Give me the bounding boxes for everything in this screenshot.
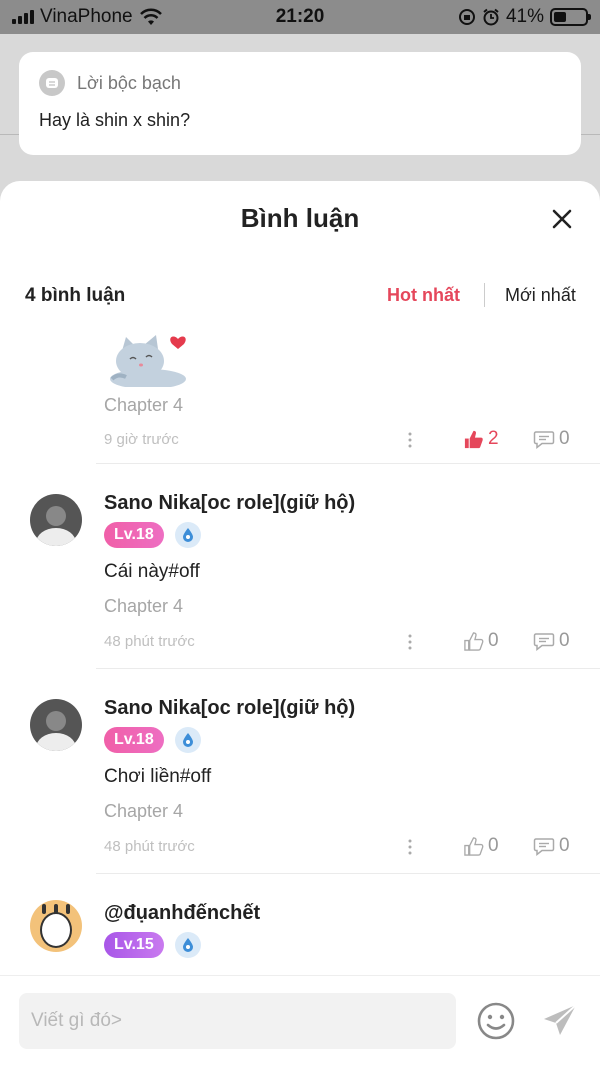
reply-button[interactable]: 0 [533, 428, 570, 450]
comment-username[interactable]: Sano Nika[oc role](giữ hộ) [104, 697, 355, 720]
level-badge: Lv.18 [104, 522, 164, 548]
thumbs-up-filled-icon [464, 430, 483, 448]
comment-username[interactable]: Sano Nika[oc role](giữ hộ) [104, 492, 355, 515]
thumbs-up-icon [464, 836, 484, 856]
reply-button[interactable]: 0 [533, 835, 570, 857]
status-left: VinaPhone [12, 6, 163, 28]
comment-item: Chapter 4 9 giờ trước 2 0 [0, 321, 600, 464]
user-avatar[interactable] [30, 699, 82, 751]
close-icon [552, 209, 572, 229]
rotation-lock-icon [458, 9, 475, 25]
more-vertical-icon [408, 432, 412, 448]
comment-item: Sano Nika[oc role](giữ hộ) Lv.18 Cái này… [0, 464, 600, 669]
emoji-button[interactable] [476, 1001, 516, 1041]
more-options-button[interactable] [405, 632, 415, 652]
comment-chapter: Chapter 4 [104, 596, 184, 616]
more-vertical-icon [408, 839, 412, 855]
send-icon [544, 1004, 577, 1035]
like-button[interactable]: 0 [463, 630, 499, 652]
wifi-icon [139, 8, 162, 25]
comment-input-bar [0, 975, 600, 1067]
confession-card[interactable]: Lời bộc bạch Hay là shin x shin? [19, 52, 581, 155]
comment-time: 48 phút trước [104, 838, 195, 855]
reply-count: 0 [559, 428, 570, 449]
confession-text: Hay là shin x shin? [39, 110, 191, 130]
message-icon [39, 70, 65, 96]
comment-chapter: Chapter 4 [104, 395, 184, 415]
more-vertical-icon [408, 634, 412, 650]
like-button[interactable]: 0 [463, 835, 499, 857]
confession-label: Lời bộc bạch [77, 72, 181, 93]
comment-input[interactable] [19, 993, 456, 1049]
comment-item: Sano Nika[oc role](giữ hộ) Lv.18 Chơi li… [0, 669, 600, 874]
confession-header: Lời bộc bạch [39, 70, 561, 96]
close-button[interactable] [550, 207, 574, 231]
comment-list[interactable]: Chapter 4 9 giờ trước 2 0 Sano Nika[oc r… [0, 321, 600, 975]
comment-bubble-icon [533, 838, 555, 857]
battery-icon [550, 8, 591, 26]
comment-text: Chơi liền#off [104, 766, 212, 787]
alarm-icon [483, 8, 499, 26]
water-drop-badge-icon [175, 522, 201, 548]
sort-hot-tab[interactable]: Hot nhất [387, 285, 460, 306]
like-count: 0 [488, 630, 499, 651]
sheet-title: Bình luận [240, 203, 360, 233]
comment-item: @đụanhđếnchết Lv.15 [0, 874, 600, 975]
comments-sheet: Bình luận 4 bình luận Hot nhất Mới nhất … [0, 181, 600, 1067]
comment-bubble-icon [533, 431, 555, 450]
reply-count: 0 [559, 630, 570, 651]
reply-count: 0 [559, 835, 570, 856]
comment-time: 48 phút trước [104, 633, 195, 650]
more-options-button[interactable] [405, 430, 415, 450]
reply-button[interactable]: 0 [533, 630, 570, 652]
user-avatar[interactable] [30, 494, 82, 546]
send-button[interactable] [540, 1001, 580, 1041]
comment-username[interactable]: @đụanhđếnchết [104, 902, 260, 925]
water-drop-badge-icon [175, 727, 201, 753]
comment-chapter: Chapter 4 [104, 801, 184, 821]
battery-fill [554, 12, 567, 22]
comment-text: Cái này#off [104, 561, 200, 582]
level-badge: Lv.15 [104, 932, 164, 958]
smiley-icon [477, 1002, 515, 1040]
like-count: 0 [488, 835, 499, 856]
carrier-label: VinaPhone [40, 6, 133, 27]
comment-time: 9 giờ trước [104, 431, 179, 448]
cat-sticker-icon [110, 335, 186, 387]
like-button[interactable]: 2 [463, 428, 499, 450]
status-right: 41% [458, 6, 591, 28]
battery-percent: 41% [505, 6, 544, 27]
more-options-button[interactable] [405, 837, 415, 857]
sort-new-tab[interactable]: Mới nhất [505, 285, 576, 306]
signal-icon [12, 10, 34, 24]
like-count: 2 [488, 428, 499, 449]
user-avatar[interactable] [30, 900, 82, 952]
clock: 21:20 [275, 6, 325, 27]
sort-separator [484, 283, 485, 307]
comment-bubble-icon [533, 633, 555, 652]
comment-count: 4 bình luận [25, 285, 126, 306]
status-bar: VinaPhone 21:20 41% [0, 0, 600, 34]
thumbs-up-icon [464, 631, 484, 651]
water-drop-badge-icon [175, 932, 201, 958]
sort-row: 4 bình luận Hot nhất Mới nhất [0, 281, 600, 309]
level-badge: Lv.18 [104, 727, 164, 753]
